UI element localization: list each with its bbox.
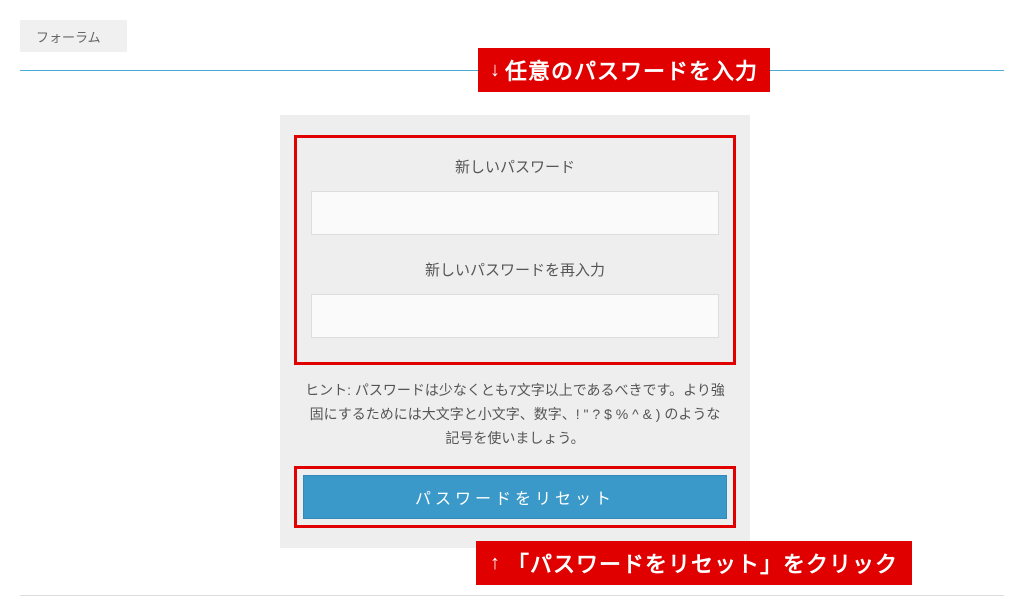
arrow-up-icon: ↑ [490,553,501,573]
annotation-top-text: 任意のパスワードを入力 [505,54,758,86]
new-password-input[interactable] [311,191,719,235]
annotation-top: ↓ 任意のパスワードを入力 [478,48,770,92]
breadcrumb-label: フォーラム [20,27,115,46]
breadcrumb[interactable]: フォーラム [20,20,127,52]
annotation-bottom-text: 「パスワードをリセット」をクリック [507,547,898,579]
password-hint: ヒント: パスワードは少なくとも7文字以上であるべきです。より強固にするためには… [294,379,736,450]
annotation-bottom: ↑ 「パスワードをリセット」をクリック [476,541,912,585]
reset-password-button[interactable]: パスワードをリセット [303,475,727,519]
confirm-password-input[interactable] [311,294,719,338]
breadcrumb-bar: フォーラム [0,0,1024,52]
reset-button-highlight: パスワードをリセット [294,466,736,528]
password-fields-highlight: 新しいパスワード 新しいパスワードを再入力 [294,135,736,365]
arrow-down-icon: ↓ [490,60,501,80]
divider-bottom [20,595,1004,596]
password-reset-panel: 新しいパスワード 新しいパスワードを再入力 ヒント: パスワードは少なくとも7文… [280,115,750,548]
confirm-password-label: 新しいパスワードを再入力 [311,259,719,280]
new-password-label: 新しいパスワード [311,156,719,177]
chevron-right-icon [115,20,127,52]
